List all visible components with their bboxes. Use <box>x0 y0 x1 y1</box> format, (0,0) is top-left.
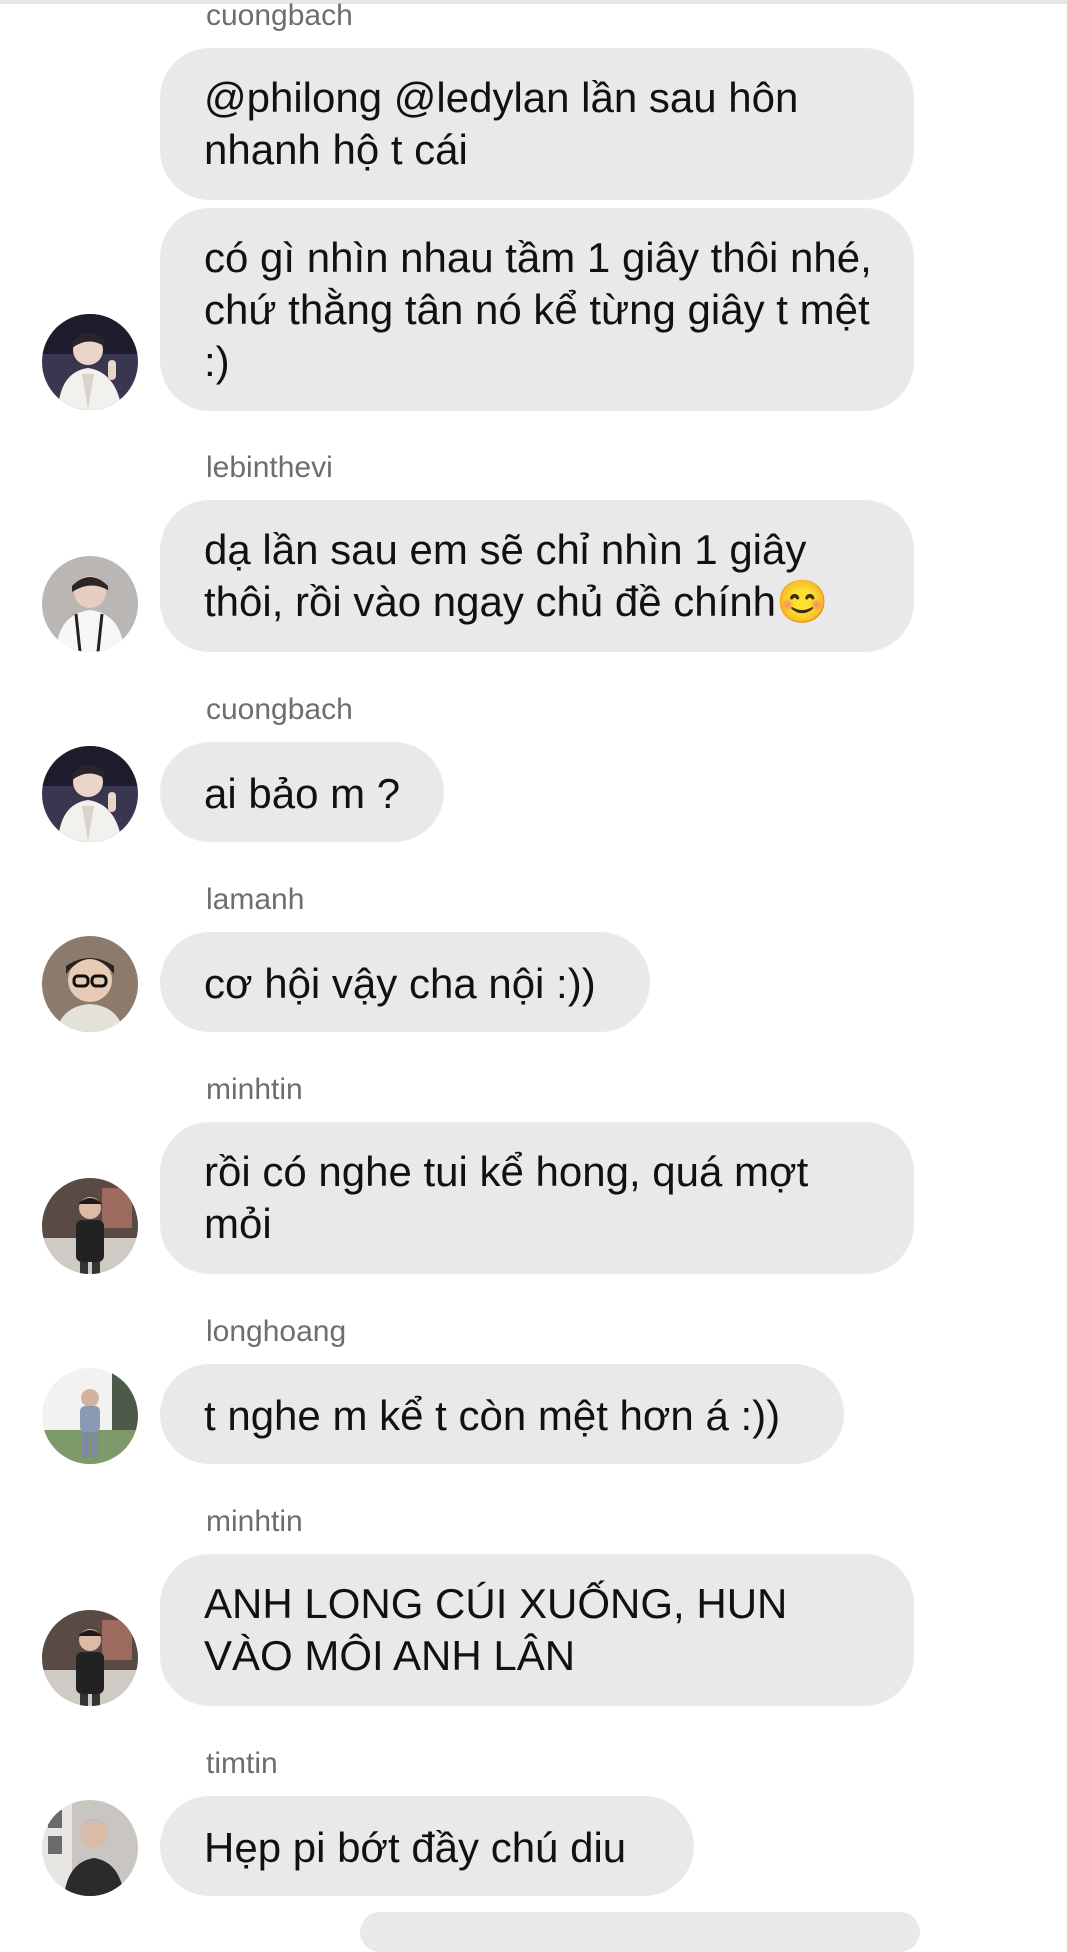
avatar-photo-icon <box>42 746 138 842</box>
sender-name: cuongbach <box>206 693 353 726</box>
avatar-cuongbach[interactable] <box>42 314 138 410</box>
sender-name: lebinthevi <box>206 451 333 484</box>
sender-name: longhoang <box>206 1315 347 1348</box>
message-bubble[interactable]: ANH LONG CÚI XUỐNG, HUN VÀO MÔI ANH LÂN <box>160 1554 914 1706</box>
message-bubble[interactable]: t nghe m kể t còn mệt hơn á :)) <box>160 1364 844 1464</box>
sender-name: cuongbach <box>206 0 353 32</box>
message-bubble[interactable]: @philong @ledylan lần sau hôn nhanh hộ t… <box>160 48 914 200</box>
avatar-photo-icon <box>42 1800 138 1896</box>
top-divider <box>0 0 1067 4</box>
avatar-minhtin[interactable] <box>42 1610 138 1706</box>
avatar-photo-icon <box>42 1610 138 1706</box>
avatar-photo-icon <box>42 556 138 652</box>
avatar-minhtin[interactable] <box>42 1178 138 1274</box>
message-bubble[interactable]: có gì nhìn nhau tầm 1 giây thôi nhé, chứ… <box>160 208 914 411</box>
message-bubble[interactable]: Hẹp pi bớt đầy chú diu <box>160 1796 694 1896</box>
sender-name: minhtin <box>206 1505 303 1538</box>
avatar-photo-icon <box>42 936 138 1032</box>
avatar-longhoang[interactable] <box>42 1368 138 1464</box>
avatar-photo-icon <box>42 314 138 410</box>
avatar-cuongbach[interactable] <box>42 746 138 842</box>
avatar-lamanh[interactable] <box>42 936 138 1032</box>
sender-name: timtin <box>206 1747 278 1780</box>
message-bubble[interactable]: rồi có nghe tui kể hong, quá mợt mỏi <box>160 1122 914 1274</box>
next-message-bubble-peek <box>360 1912 920 1952</box>
sender-name: minhtin <box>206 1073 303 1106</box>
message-bubble[interactable]: cơ hội vậy cha nội :)) <box>160 932 650 1032</box>
sender-name: lamanh <box>206 883 305 916</box>
message-bubble[interactable]: dạ lần sau em sẽ chỉ nhìn 1 giây thôi, r… <box>160 500 914 652</box>
avatar-photo-icon <box>42 1368 138 1464</box>
avatar-lebinthevi[interactable] <box>42 556 138 652</box>
avatar-photo-icon <box>42 1178 138 1274</box>
avatar-timtin[interactable] <box>42 1800 138 1896</box>
message-bubble[interactable]: ai bảo m ? <box>160 742 444 842</box>
